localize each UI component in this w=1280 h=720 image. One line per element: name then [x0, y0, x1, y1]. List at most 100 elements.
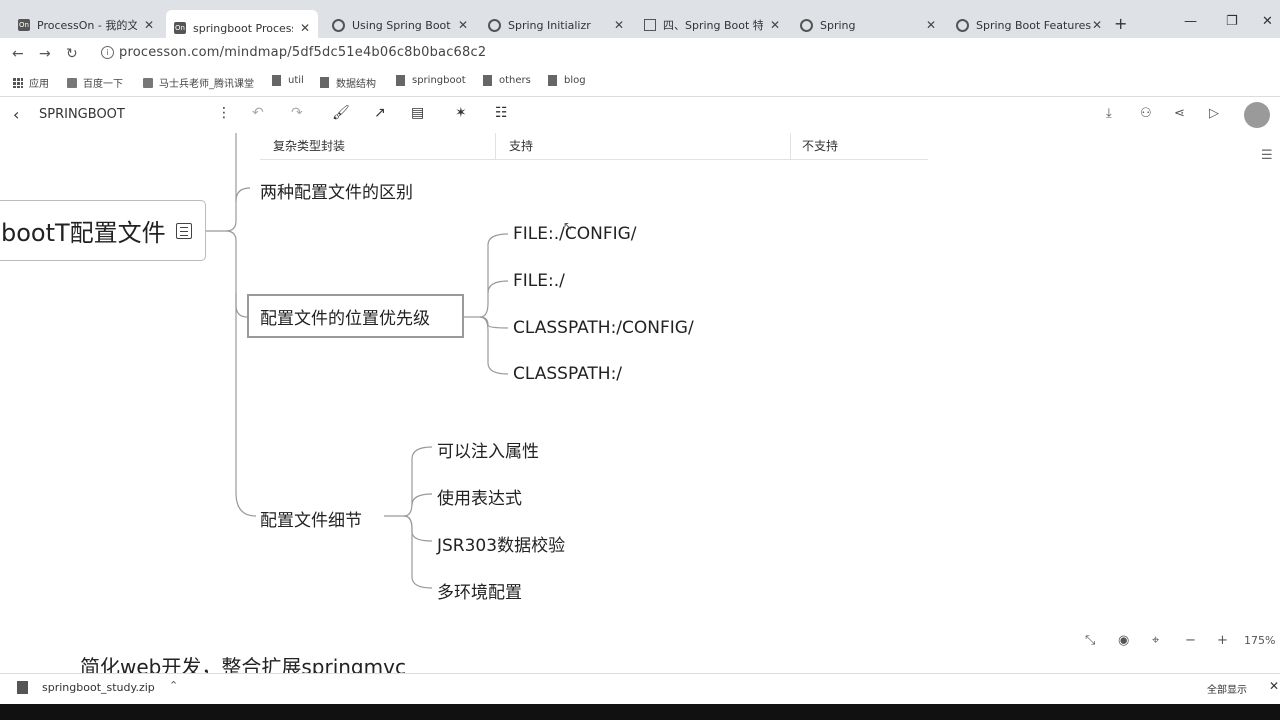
taskbar: [0, 704, 1280, 720]
bookmark-label: 百度一下: [83, 79, 123, 90]
chevron-up-icon[interactable]: ⌃: [169, 679, 178, 692]
browser-tab[interactable]: Spring ✕: [792, 12, 944, 38]
subtopic-node[interactable]: CLASSPATH:/: [513, 364, 622, 384]
editor-toolbar: ‹ SPRINGBOOT ⋮ ↶ ↷ 🖌︎ ↗ ▤ ✶ ☷ ⤓ ⚇ ⋖ ▷: [0, 97, 1280, 133]
spring-icon: [800, 18, 813, 32]
url-field[interactable]: processon.com/mindmap/5df5dc51e4b06c8b0b…: [119, 45, 486, 60]
bookmark-folder[interactable]: util: [272, 75, 304, 86]
show-all-button[interactable]: 全部显示: [1207, 681, 1247, 696]
subtopic-node[interactable]: FILE:./CONFIG/: [513, 224, 637, 244]
bookmark-folder[interactable]: 数据结构: [320, 75, 376, 90]
address-bar-row: ← → ↻ i processon.com/mindmap/5df5dc51e4…: [0, 38, 1280, 70]
topic-label: 配置文件的位置优先级: [260, 308, 430, 329]
close-icon[interactable]: ✕: [770, 18, 780, 32]
zoom-out-icon[interactable]: −: [1185, 633, 1196, 648]
close-icon[interactable]: ✕: [300, 21, 310, 35]
topic-node-selected[interactable]: 配置文件的位置优先级: [247, 294, 464, 338]
tab-title: 四、Spring Boot 特性: [663, 19, 763, 32]
subtopic-node[interactable]: 多环境配置: [437, 578, 522, 603]
connector-line: [235, 187, 251, 202]
play-icon[interactable]: ▷: [1209, 106, 1219, 121]
subtopic-node[interactable]: CLASSPATH:/CONFIG/: [513, 318, 694, 338]
bookmark-folder[interactable]: blog: [548, 75, 586, 86]
share-icon[interactable]: ⋖: [1174, 106, 1185, 121]
layout-icon[interactable]: ▤: [411, 105, 424, 121]
table-divider: [790, 133, 791, 159]
back-arrow-icon[interactable]: ←: [12, 46, 24, 62]
mindmap-canvas[interactable]: 复杂类型封装 支持 不支持 bootT配置文件 两种配置文件的区别 配置文件的位…: [0, 133, 1280, 673]
table-cell[interactable]: 支持: [509, 137, 533, 154]
redo-icon[interactable]: ↷: [291, 105, 303, 121]
browser-tab[interactable]: On ProcessOn - 我的文件 ✕: [10, 12, 162, 38]
bookmark-folder[interactable]: springboot: [396, 75, 466, 86]
new-tab-icon[interactable]: +: [1114, 14, 1127, 33]
bookmark-apps[interactable]: 应用: [13, 75, 49, 90]
minimize-icon[interactable]: —: [1184, 14, 1197, 29]
browser-tab[interactable]: 四、Spring Boot 特性 ✕: [636, 12, 788, 38]
close-icon[interactable]: ✕: [458, 18, 468, 32]
format-painter-icon[interactable]: 🖌︎: [332, 105, 350, 121]
window-close-icon[interactable]: ✕: [1262, 14, 1273, 29]
book-icon: [644, 19, 656, 31]
bookmark-item[interactable]: 百度一下: [67, 75, 123, 90]
more-vertical-icon[interactable]: ⋮: [217, 105, 231, 121]
close-icon[interactable]: ✕: [1092, 18, 1102, 32]
download-icon[interactable]: ⤓: [1106, 106, 1112, 121]
magic-wand-icon[interactable]: ✶: [455, 105, 467, 121]
collaborate-icon[interactable]: ⚇: [1140, 106, 1152, 121]
zoom-in-icon[interactable]: +: [1217, 633, 1228, 648]
subtopic-node[interactable]: JSR303数据校验: [437, 531, 565, 556]
avatar[interactable]: [1244, 102, 1270, 128]
zoom-level: 175%: [1244, 634, 1276, 647]
structure-icon[interactable]: ☷: [495, 105, 508, 121]
spring-icon: [332, 18, 345, 32]
connector-line: [403, 515, 433, 589]
topic-node[interactable]: 配置文件细节: [260, 506, 362, 531]
topic-node-partial[interactable]: 简化web开发，整合扩展springmvc: [80, 651, 406, 673]
processon-icon: On: [174, 22, 186, 34]
info-icon[interactable]: i: [101, 46, 114, 59]
table-cell[interactable]: 复杂类型封装: [273, 137, 345, 154]
close-icon[interactable]: ✕: [144, 18, 154, 32]
tab-title: Spring Boot Features: [976, 18, 1092, 32]
root-node-label: bootT配置文件: [1, 219, 166, 247]
bookmark-label: 数据结构: [336, 79, 376, 90]
note-icon[interactable]: [175, 222, 192, 239]
connector-line: [479, 233, 509, 318]
close-icon[interactable]: ✕: [1269, 679, 1279, 693]
processon-icon: On: [18, 19, 30, 31]
undo-icon[interactable]: ↶: [252, 105, 264, 121]
browser-tab[interactable]: Spring Boot Features ✕: [948, 12, 1110, 38]
page-icon: [143, 77, 153, 88]
eye-icon[interactable]: ◉: [1118, 633, 1129, 648]
maximize-icon[interactable]: ❐: [1226, 14, 1238, 29]
connector-line: [487, 280, 509, 294]
fit-screen-icon[interactable]: ⤡: [1085, 633, 1095, 648]
close-icon[interactable]: ✕: [614, 18, 624, 32]
location-pin-icon[interactable]: ⌖: [1152, 633, 1159, 648]
bookmark-label: 马士兵老师_腾讯课堂: [159, 79, 254, 90]
browser-tab[interactable]: Spring Initializr ✕: [480, 12, 632, 38]
clear-format-icon[interactable]: ↗: [374, 105, 386, 121]
folder-icon: [320, 77, 329, 88]
reload-icon[interactable]: ↻: [66, 46, 78, 62]
table-divider: [260, 159, 928, 160]
download-file-name[interactable]: springboot_study.zip: [42, 681, 155, 694]
bookmarks-bar: 应用 百度一下 马士兵老师_腾讯课堂 util 数据结构 springboot …: [0, 70, 1280, 97]
subtopic-node[interactable]: FILE:./: [513, 271, 565, 291]
connector-line: [235, 293, 248, 318]
topic-node[interactable]: 两种配置文件的区别: [260, 178, 413, 203]
root-node[interactable]: bootT配置文件: [0, 200, 206, 261]
connector-line: [403, 446, 433, 517]
subtopic-node[interactable]: 使用表达式: [437, 484, 522, 509]
bookmark-folder[interactable]: others: [483, 75, 531, 86]
close-icon[interactable]: ✕: [926, 18, 936, 32]
folder-icon: [396, 75, 405, 86]
browser-tab[interactable]: Using Spring Boot ✕: [324, 12, 476, 38]
subtopic-node[interactable]: 可以注入属性: [437, 437, 539, 462]
forward-arrow-icon[interactable]: →: [39, 46, 51, 62]
back-chevron-icon[interactable]: ‹: [13, 105, 19, 124]
document-title[interactable]: SPRINGBOOT: [39, 107, 125, 122]
table-cell[interactable]: 不支持: [802, 137, 838, 154]
bookmark-item[interactable]: 马士兵老师_腾讯课堂: [143, 75, 254, 90]
